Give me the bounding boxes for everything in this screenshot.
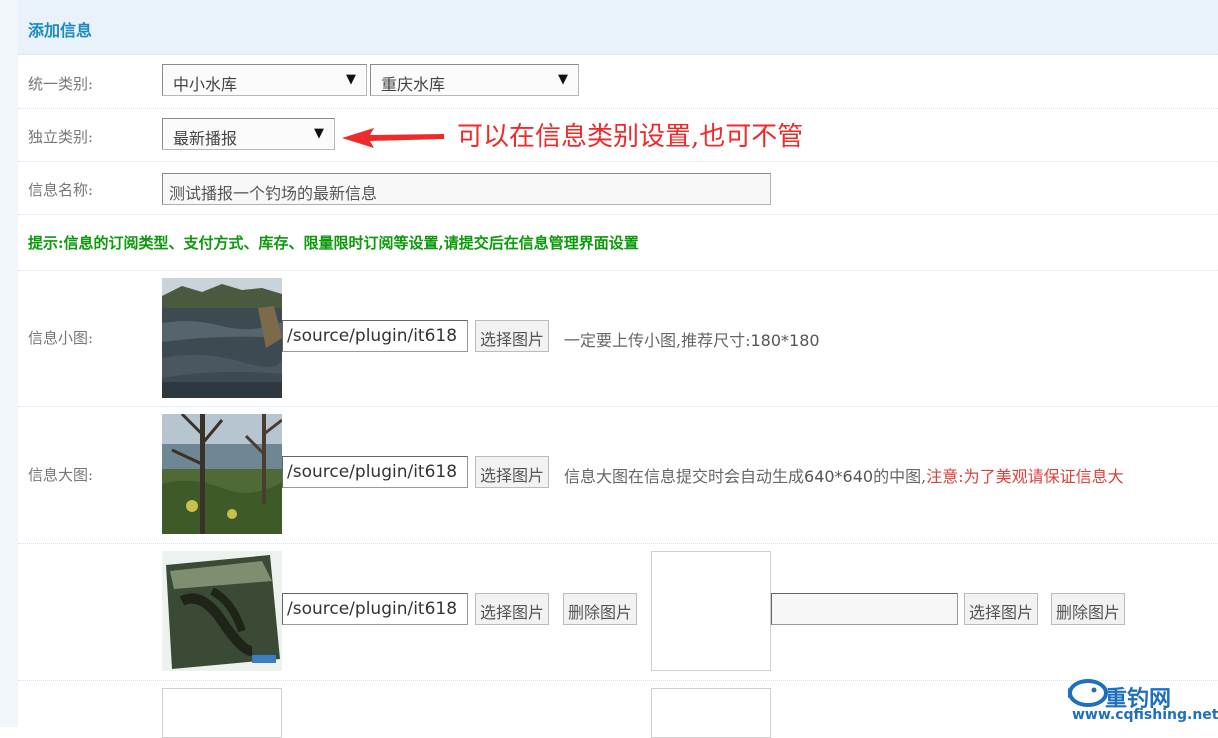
page-title: 添加信息 xyxy=(28,21,93,40)
small-image-hint-text: 一定要上传小图,推荐尺寸: xyxy=(564,331,751,350)
dropdown-arrow-icon: ▼ xyxy=(558,72,568,87)
unified-category-primary-value: 中小水库 xyxy=(173,75,238,94)
large-image-label: 信息大图: xyxy=(28,466,94,484)
large-image-select-button[interactable]: 选择图片 xyxy=(475,456,550,488)
large-image-hint-size: 640*640 xyxy=(804,467,874,486)
dropdown-arrow-icon: ▼ xyxy=(346,72,356,87)
row-unified-category: 统一类别: 中小水库 ▼ 重庆水库 ▼ xyxy=(18,55,1218,109)
info-name-value: 测试播报一个钓场的最新信息 xyxy=(169,184,378,203)
panel-header: 添加信息 xyxy=(18,0,1218,55)
extra-image-2-path-input[interactable] xyxy=(771,593,958,625)
extra-image-2-delete-button[interactable]: 删除图片 xyxy=(1051,593,1126,625)
extra-image-4-thumbnail xyxy=(651,688,771,738)
row-large-image: 信息大图: /source/plugin/it618 选择图片 信息大图在信息提… xyxy=(18,407,1218,544)
small-image-path: /source/plugin/it618 xyxy=(287,326,458,346)
extra-image-2-select-button[interactable]: 选择图片 xyxy=(964,593,1039,625)
info-name-label: 信息名称: xyxy=(28,181,94,199)
large-image-hint-suffix: 的中图, xyxy=(873,467,927,486)
extra-image-1-path: /source/plugin/it618 xyxy=(287,599,458,619)
unified-category-label: 统一类别: xyxy=(28,75,94,93)
extra-image-1-delete-button[interactable]: 删除图片 xyxy=(563,593,638,625)
independent-category-value: 最新播报 xyxy=(173,129,238,148)
large-image-path: /source/plugin/it618 xyxy=(287,462,458,482)
small-image-hint-size: 180*180 xyxy=(750,331,820,350)
dropdown-arrow-icon: ▼ xyxy=(314,126,324,141)
row-info-name: 信息名称: 测试播报一个钓场的最新信息 xyxy=(18,162,1218,215)
small-image-label: 信息小图: xyxy=(28,329,94,347)
large-image-hint: 信息大图在信息提交时会自动生成640*640的中图,注意:为了美观请保证信息大 xyxy=(564,463,1124,487)
annotation-text: 可以在信息类别设置,也可不管 xyxy=(457,122,804,152)
left-sidebar-strip xyxy=(0,0,18,727)
row-extra-image-2 xyxy=(18,681,1218,738)
independent-category-label: 独立类别: xyxy=(28,128,94,146)
small-image-select-button[interactable]: 选择图片 xyxy=(475,320,550,352)
row-small-image: 信息小图: /source/plugin/it618 选择图片 一定要上传小图,… xyxy=(18,271,1218,407)
small-image-path-input[interactable]: /source/plugin/it618 xyxy=(282,320,468,352)
large-image-path-input[interactable]: /source/plugin/it618 xyxy=(282,456,468,488)
unified-category-secondary-select[interactable]: 重庆水库 ▼ xyxy=(370,64,579,96)
extra-image-3-thumbnail xyxy=(162,688,282,738)
extra-image-1-select-button[interactable]: 选择图片 xyxy=(475,593,550,625)
extra-image-1-thumbnail xyxy=(162,551,282,671)
small-image-hint: 一定要上传小图,推荐尺寸:180*180 xyxy=(564,327,820,351)
info-name-input[interactable]: 测试播报一个钓场的最新信息 xyxy=(162,173,771,205)
small-image-thumbnail xyxy=(162,278,282,398)
large-image-thumbnail xyxy=(162,414,282,534)
independent-category-select[interactable]: 最新播报 ▼ xyxy=(162,118,335,150)
extra-image-1-path-input[interactable]: /source/plugin/it618 xyxy=(282,593,468,625)
settings-tip: 提示:信息的订阅类型、支付方式、库存、限量限时订阅等设置,请提交后在信息管理界面… xyxy=(28,234,639,252)
large-image-warning: 注意:为了美观请保证信息大 xyxy=(926,467,1124,486)
annotation-arrow-icon xyxy=(342,128,444,148)
large-image-hint-text: 信息大图在信息提交时会自动生成 xyxy=(564,467,805,486)
row-extra-image-1: /source/plugin/it618 选择图片 删除图片 选择图片 删除图片 xyxy=(18,544,1218,681)
extra-image-2-thumbnail xyxy=(651,551,771,671)
unified-category-primary-select[interactable]: 中小水库 ▼ xyxy=(162,64,367,96)
unified-category-secondary-value: 重庆水库 xyxy=(381,75,446,94)
watermark-url: www.cqfishing.net xyxy=(1072,707,1218,723)
row-tip: 提示:信息的订阅类型、支付方式、库存、限量限时订阅等设置,请提交后在信息管理界面… xyxy=(18,215,1218,271)
